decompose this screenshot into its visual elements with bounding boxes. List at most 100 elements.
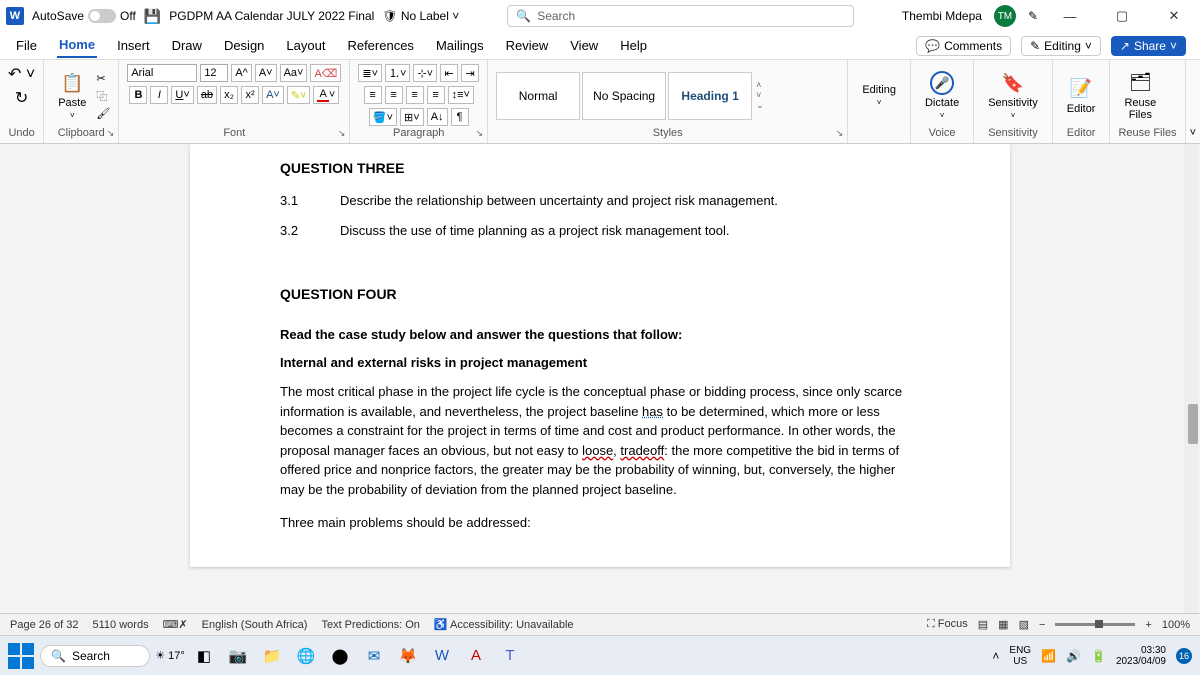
- strikethrough-icon[interactable]: ab: [197, 86, 217, 104]
- show-marks-icon[interactable]: ¶: [451, 108, 469, 126]
- zoom-in-icon[interactable]: +: [1145, 619, 1151, 631]
- share-button[interactable]: ↗ Share ˅: [1111, 36, 1186, 56]
- document-area[interactable]: ▲ QUESTION THREE 3.1 Describe the relati…: [0, 144, 1200, 613]
- style-normal[interactable]: Normal: [496, 72, 580, 120]
- decrease-indent-icon[interactable]: ⇤: [440, 64, 458, 82]
- align-center-icon[interactable]: ≡: [385, 86, 403, 104]
- grow-font-icon[interactable]: A^: [231, 64, 252, 82]
- tab-help[interactable]: Help: [618, 34, 649, 57]
- zoom-out-icon[interactable]: −: [1039, 619, 1045, 631]
- scrollbar-thumb[interactable]: [1188, 404, 1198, 444]
- start-button[interactable]: [8, 643, 34, 669]
- task-view-icon[interactable]: ◧: [190, 642, 218, 670]
- multilevel-icon[interactable]: ⊹˅: [413, 64, 437, 82]
- editor-button[interactable]: 📝Editor: [1061, 75, 1102, 117]
- format-painter-icon[interactable]: 🖌: [96, 107, 110, 120]
- tab-mailings[interactable]: Mailings: [434, 34, 486, 57]
- tab-design[interactable]: Design: [222, 34, 266, 57]
- avatar[interactable]: TM: [994, 5, 1016, 27]
- dictate-button[interactable]: 🎤Dictate˅: [919, 69, 965, 122]
- tab-draw[interactable]: Draw: [170, 34, 204, 57]
- tab-view[interactable]: View: [568, 34, 600, 57]
- font-name-input[interactable]: [127, 64, 197, 82]
- status-words[interactable]: 5110 words: [93, 619, 149, 631]
- close-button[interactable]: ✕: [1154, 8, 1194, 24]
- underline-icon[interactable]: U˅: [171, 86, 193, 104]
- comments-button[interactable]: 💬 Comments: [916, 36, 1011, 56]
- styles-scroll[interactable]: ˄˅⌄: [756, 80, 764, 111]
- teams-icon[interactable]: T: [496, 642, 524, 670]
- zoom-value[interactable]: 100%: [1162, 619, 1190, 631]
- outlook-icon[interactable]: ✉: [360, 642, 388, 670]
- wifi-icon[interactable]: 📶: [1041, 649, 1056, 663]
- firefox-icon[interactable]: 🦊: [394, 642, 422, 670]
- borders-icon[interactable]: ⊞˅: [400, 108, 424, 126]
- shrink-font-icon[interactable]: A˅: [255, 64, 277, 82]
- undo-icon[interactable]: ↶ ˅: [8, 64, 35, 84]
- sort-icon[interactable]: A↓: [427, 108, 448, 126]
- justify-icon[interactable]: ≡: [427, 86, 445, 104]
- read-mode-icon[interactable]: ▤: [978, 618, 988, 631]
- editing-mode-button[interactable]: ✎ Editing ˅: [1021, 36, 1101, 56]
- print-layout-icon[interactable]: ▦: [998, 618, 1008, 631]
- zoom-slider[interactable]: [1055, 623, 1135, 626]
- spellcheck-icon[interactable]: ⌨✗: [163, 618, 188, 631]
- web-layout-icon[interactable]: ▧: [1019, 618, 1029, 631]
- change-case-icon[interactable]: Aa˅: [280, 64, 308, 82]
- search-input[interactable]: 🔍 Search: [507, 5, 854, 27]
- language-indicator[interactable]: ENGUS: [1009, 645, 1031, 667]
- editing-button[interactable]: Editing˅: [856, 82, 902, 109]
- collapse-ribbon-icon[interactable]: ˅: [1186, 60, 1200, 143]
- chrome-icon[interactable]: ⬤: [326, 642, 354, 670]
- bold-icon[interactable]: B: [129, 86, 147, 104]
- style-no-spacing[interactable]: No Spacing: [582, 72, 666, 120]
- tab-review[interactable]: Review: [504, 34, 551, 57]
- tab-layout[interactable]: Layout: [284, 34, 327, 57]
- highlight-icon[interactable]: ✎˅: [287, 86, 311, 104]
- tray-chevron-icon[interactable]: ˄: [992, 649, 999, 663]
- word-taskbar-icon[interactable]: W: [428, 642, 456, 670]
- copy-icon[interactable]: ⿻: [96, 88, 110, 104]
- tab-references[interactable]: References: [345, 34, 415, 57]
- redo-icon[interactable]: ↻: [15, 88, 28, 108]
- status-accessibility[interactable]: ♿ Accessibility: Unavailable: [434, 618, 574, 631]
- align-right-icon[interactable]: ≡: [406, 86, 424, 104]
- status-page[interactable]: Page 26 of 32: [10, 619, 79, 631]
- status-language[interactable]: English (South Africa): [202, 619, 308, 631]
- cut-icon[interactable]: ✂: [96, 72, 110, 85]
- subscript-icon[interactable]: x₂: [220, 86, 238, 104]
- autosave-toggle[interactable]: AutoSave Off: [32, 9, 136, 23]
- save-icon[interactable]: 💾: [144, 8, 161, 25]
- status-predictions[interactable]: Text Predictions: On: [321, 619, 419, 631]
- notification-badge[interactable]: 16: [1176, 648, 1192, 664]
- italic-icon[interactable]: I: [150, 86, 168, 104]
- line-spacing-icon[interactable]: ↕≡˅: [448, 86, 474, 104]
- clear-format-icon[interactable]: A⌫: [310, 64, 341, 82]
- volume-icon[interactable]: 🔊: [1066, 649, 1081, 663]
- battery-icon[interactable]: 🔋: [1091, 649, 1106, 663]
- toggle-icon[interactable]: [88, 9, 116, 23]
- sensitivity-button[interactable]: 🔖Sensitivity˅: [982, 69, 1044, 122]
- explorer-icon[interactable]: 📁: [258, 642, 286, 670]
- bullets-icon[interactable]: ≣˅: [358, 64, 382, 82]
- font-size-input[interactable]: [200, 64, 228, 82]
- weather-widget[interactable]: ☀17°: [156, 642, 184, 670]
- shading-icon[interactable]: 🪣˅: [369, 108, 397, 126]
- taskbar-search[interactable]: 🔍Search: [40, 645, 150, 667]
- style-heading1[interactable]: Heading 1: [668, 72, 752, 120]
- ribbon-display-icon[interactable]: ✎: [1028, 9, 1038, 23]
- minimize-button[interactable]: —: [1050, 9, 1090, 24]
- clock[interactable]: 03:302023/04/09: [1116, 645, 1166, 667]
- font-launcher-icon[interactable]: ↘: [338, 128, 346, 139]
- font-color-icon[interactable]: A˅: [313, 86, 339, 104]
- styles-launcher-icon[interactable]: ↘: [836, 128, 844, 139]
- increase-indent-icon[interactable]: ⇥: [461, 64, 479, 82]
- acrobat-icon[interactable]: A: [462, 642, 490, 670]
- styles-gallery[interactable]: Normal No Spacing Heading 1: [496, 72, 752, 120]
- edge-icon[interactable]: 🌐: [292, 642, 320, 670]
- reuse-files-button[interactable]: 🗂Reuse Files: [1118, 69, 1162, 123]
- numbering-icon[interactable]: ⒈˅: [385, 64, 410, 82]
- para-launcher-icon[interactable]: ↘: [476, 128, 484, 139]
- text-effects-icon[interactable]: A˅: [262, 86, 284, 104]
- tab-insert[interactable]: Insert: [115, 34, 152, 57]
